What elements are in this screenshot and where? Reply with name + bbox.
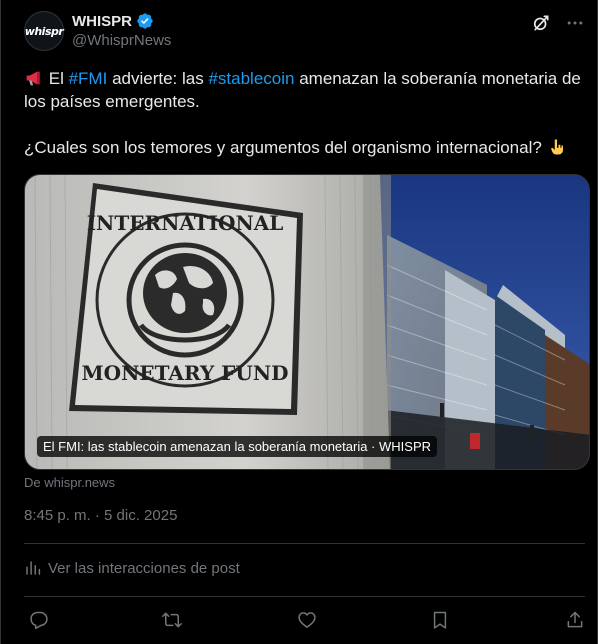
- verified-badge-icon[interactable]: [136, 12, 154, 30]
- megaphone-emoji: [26, 71, 40, 86]
- hashtag-fmi[interactable]: #FMI: [69, 69, 108, 88]
- link-source[interactable]: De whispr.news: [24, 475, 115, 490]
- grok-icon[interactable]: [531, 13, 551, 33]
- reply-button[interactable]: [25, 606, 53, 634]
- post-header: whispr WHISPR @WhisprNews: [24, 11, 585, 55]
- avatar[interactable]: whispr: [24, 11, 64, 51]
- post-paragraph-2: ¿Cuales son los temores y argumentos del…: [24, 136, 584, 159]
- more-horizontal-icon[interactable]: [565, 13, 585, 33]
- bookmark-button[interactable]: [426, 606, 454, 634]
- imf-seal: INTERNATIONAL MONETARY FUND: [69, 183, 303, 415]
- post-text: El #FMI advierte: las #stablecoin amenaz…: [24, 67, 584, 159]
- post-text-middle: advierte: las: [112, 69, 204, 88]
- author-names: WHISPR @WhisprNews: [72, 12, 171, 50]
- share-icon: [567, 611, 583, 628]
- view-interactions-label: Ver las interacciones de post: [48, 559, 240, 577]
- pointing-down-emoji: [550, 139, 563, 155]
- hashtag-stablecoin[interactable]: #stablecoin: [208, 69, 294, 88]
- analytics-icon: [26, 561, 41, 575]
- heart-icon: [298, 612, 316, 628]
- seal-top-text: INTERNATIONAL: [87, 211, 284, 235]
- like-button[interactable]: [293, 606, 321, 634]
- post-text-suffix: amenazan la soberanía monetaria de los p…: [24, 69, 581, 111]
- post-text-prefix: El: [48, 69, 64, 88]
- wall-edge: [363, 175, 391, 469]
- post-container: whispr WHISPR @WhisprNews El #FMI advier…: [0, 0, 598, 644]
- repost-button[interactable]: [158, 606, 186, 634]
- divider: [24, 543, 585, 544]
- reply-icon: [30, 611, 48, 630]
- seal-bottom-text: MONETARY FUND: [82, 361, 289, 385]
- author-name[interactable]: WHISPR: [72, 13, 132, 30]
- divider: [24, 596, 585, 597]
- action-bar: [1, 606, 598, 634]
- author-handle[interactable]: @WhisprNews: [72, 32, 171, 49]
- post-paragraph-1: El #FMI advierte: las #stablecoin amenaz…: [24, 67, 584, 113]
- name-row: WHISPR: [72, 12, 171, 30]
- bookmark-icon: [433, 611, 447, 629]
- media-caption: El FMI: las stablecoin amenazan la sober…: [37, 436, 438, 457]
- post-question: ¿Cuales son los temores y argumentos del…: [24, 138, 542, 157]
- view-interactions-link[interactable]: Ver las interacciones de post: [24, 559, 240, 577]
- post-timestamp[interactable]: 8:45 p. m. · 5 dic. 2025: [24, 507, 177, 524]
- post-media-image[interactable]: INTERNATIONAL MONETARY FUND El FMI: las …: [24, 174, 590, 470]
- avatar-logo-text: whispr: [24, 24, 64, 38]
- imf-building-photo: INTERNATIONAL MONETARY FUND: [25, 175, 589, 469]
- repost-icon: [162, 612, 182, 628]
- share-button[interactable]: [561, 606, 589, 634]
